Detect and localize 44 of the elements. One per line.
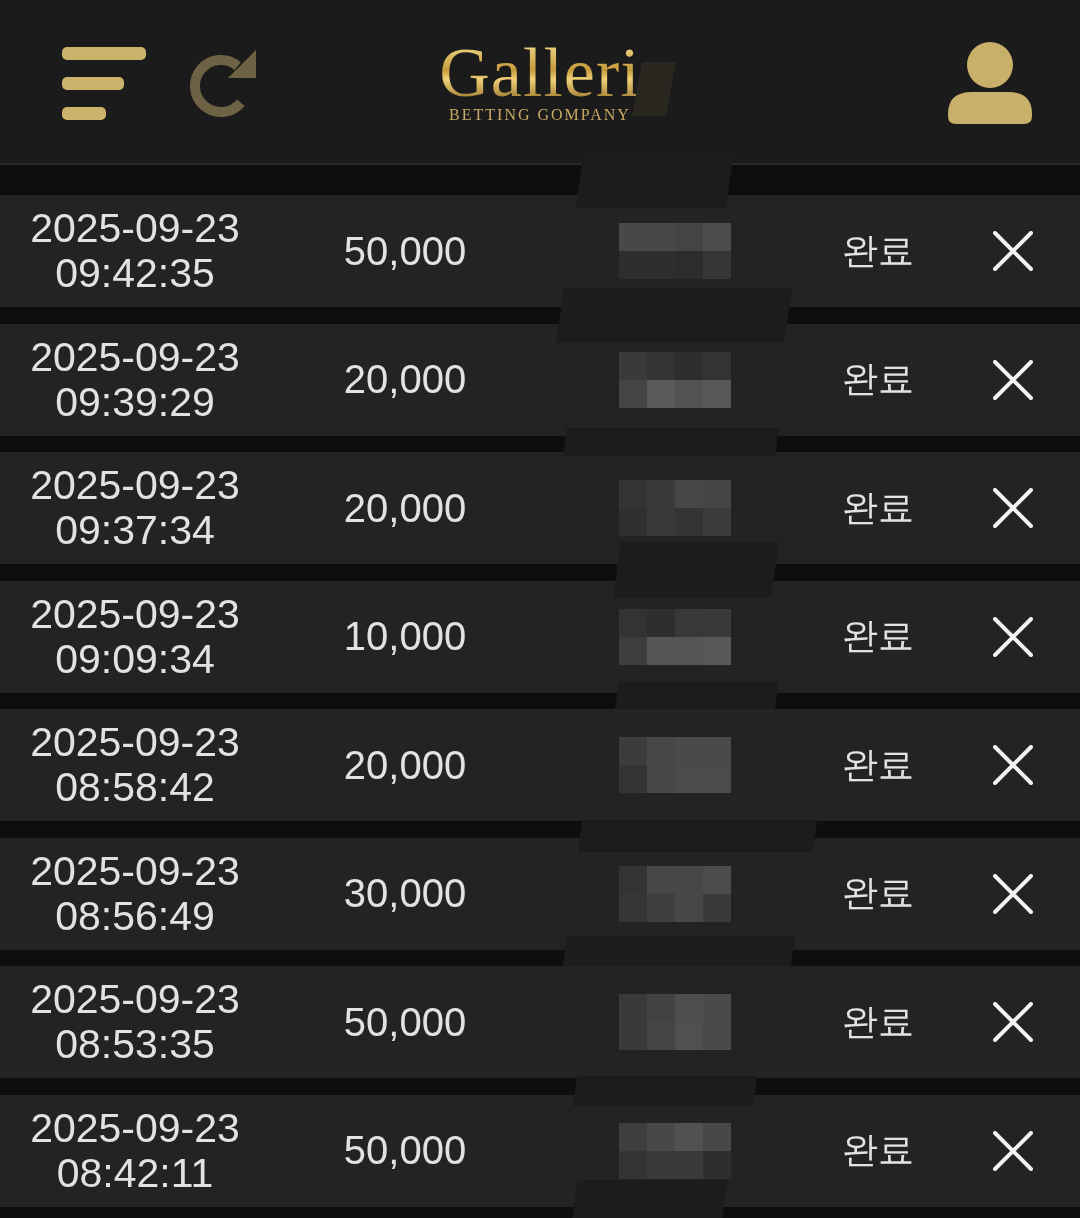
close-button[interactable] [992, 616, 1033, 657]
amount-text: 30,000 [343, 871, 467, 916]
close-icon [992, 1130, 1033, 1171]
datetime-text: 2025-09-23 08:58:42 [30, 720, 240, 810]
user-icon[interactable] [948, 41, 1032, 124]
close-icon [992, 616, 1033, 657]
amount-text: 50,000 [343, 1128, 467, 1173]
amount-text: 20,000 [343, 357, 467, 402]
status-text: 완료 [841, 614, 914, 658]
status-text: 완료 [841, 1128, 914, 1172]
amount-text: 20,000 [343, 742, 467, 788]
status-text: 완료 [841, 357, 914, 401]
close-button[interactable] [992, 1130, 1033, 1171]
datetime-text: 2025-09-23 08:53:35 [30, 977, 240, 1067]
datetime-text: 2025-09-23 08:56:49 [30, 848, 240, 939]
datetime-text: 2025-09-23 09:37:34 [30, 463, 240, 553]
status-text: 완료 [841, 999, 914, 1044]
refresh-icon[interactable] [188, 49, 256, 118]
close-icon [992, 231, 1033, 271]
datetime-text: 2025-09-23 09:39:29 [30, 334, 240, 425]
logo-subtitle: BETTING GOMPANY [449, 105, 631, 124]
menu-icon[interactable] [62, 47, 146, 120]
datetime-text: 2025-09-23 09:42:35 [30, 206, 240, 296]
close-icon [992, 488, 1033, 528]
close-button[interactable] [992, 488, 1033, 528]
close-button[interactable] [992, 745, 1033, 785]
amount-text: 50,000 [343, 228, 467, 274]
close-button[interactable] [992, 1002, 1033, 1042]
status-text: 완료 [841, 485, 914, 530]
datetime-text: 2025-09-23 08:42:11 [30, 1105, 240, 1196]
amount-text: 20,000 [343, 485, 467, 531]
status-text: 완료 [841, 228, 914, 273]
close-button[interactable] [992, 873, 1033, 914]
close-icon [992, 1002, 1033, 1042]
amount-text: 50,000 [343, 999, 467, 1045]
close-button[interactable] [992, 231, 1033, 271]
close-button[interactable] [992, 359, 1033, 400]
amount-text: 10,000 [343, 614, 467, 659]
status-text: 완료 [841, 871, 914, 915]
datetime-text: 2025-09-23 09:09:34 [30, 591, 240, 682]
status-text: 완료 [841, 742, 914, 787]
close-icon [992, 745, 1033, 785]
close-icon [992, 359, 1033, 400]
close-icon [992, 873, 1033, 914]
